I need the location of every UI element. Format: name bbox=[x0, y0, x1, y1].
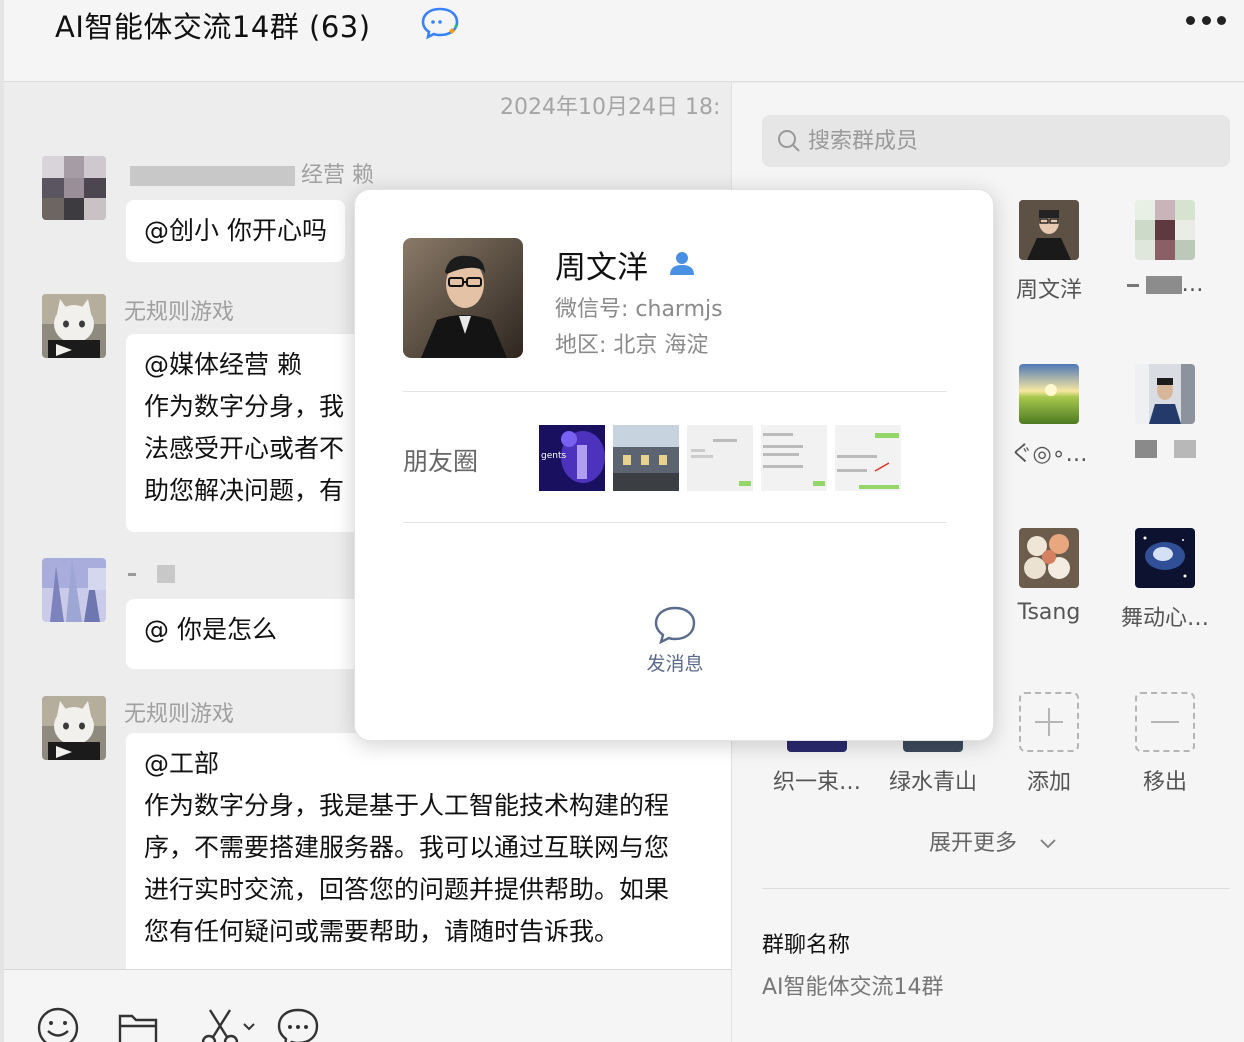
message-sender: 经营 赖 bbox=[130, 157, 374, 189]
message-text: @ 你是怎么 bbox=[144, 615, 277, 644]
message-bubble-icon bbox=[654, 606, 696, 645]
message-text: 进行实时交流，回答您的问题并提供帮助。如果 bbox=[144, 875, 670, 904]
message-timestamp: 2024年10月24日 18: bbox=[500, 95, 721, 120]
message-text: @创小 你开心吗 bbox=[144, 216, 327, 245]
message-text: 您有任何疑问或需要帮助，请随时告诉我。 bbox=[144, 917, 620, 946]
divider bbox=[762, 888, 1230, 889]
avatar[interactable] bbox=[42, 294, 106, 358]
member-item[interactable]: Tsang bbox=[994, 528, 1104, 625]
chat-title: AI智能体交流14群 (63) bbox=[55, 4, 371, 46]
message-text: 序，不需要搭建服务器。我可以通过互联网与您 bbox=[144, 833, 670, 862]
message-text: 作为数字分身，我 bbox=[144, 392, 345, 421]
remove-member-label: 移出 bbox=[1142, 770, 1187, 795]
folder-icon[interactable] bbox=[116, 1006, 160, 1042]
group-name-label: 群聊名称 bbox=[762, 933, 851, 958]
member-avatar bbox=[1019, 364, 1079, 424]
member-item[interactable] bbox=[1110, 364, 1220, 461]
member-name: Tsang bbox=[1017, 600, 1081, 625]
profile-wechat-id: 微信号: charmjs bbox=[555, 297, 723, 322]
emoji-icon[interactable] bbox=[36, 1006, 80, 1042]
divider bbox=[403, 391, 947, 392]
message-text: @媒体经营 赖 bbox=[144, 350, 302, 379]
message-text: 作为数字分身，我是基于人工智能技术构建的程 bbox=[144, 791, 670, 820]
send-message-label: 发消息 bbox=[646, 653, 704, 675]
profile-name: 周文洋 bbox=[555, 250, 648, 286]
moment-thumbnail[interactable]: gents bbox=[539, 425, 605, 491]
moment-thumb-text: gents bbox=[541, 451, 567, 461]
member-avatar bbox=[1135, 528, 1195, 588]
member-avatar bbox=[1019, 200, 1079, 260]
divider bbox=[403, 522, 947, 523]
member-item[interactable]: ぐ◎∘… bbox=[994, 364, 1104, 468]
message-bubble[interactable]: @媒体经营 赖 作为数字分身，我 法感受开心或者不 助您解决问题，有 bbox=[126, 334, 376, 532]
scissors-icon[interactable] bbox=[200, 1006, 260, 1042]
member-count: (63) bbox=[309, 10, 371, 44]
more-options-icon[interactable] bbox=[1186, 16, 1226, 28]
profile-card-popup: 周文洋 微信号: charmjs 地区: 北京 海淀 朋友圈 gents 发消息 bbox=[354, 189, 994, 741]
moment-thumbnail[interactable] bbox=[761, 425, 827, 491]
member-name: 舞动心… bbox=[1120, 606, 1209, 631]
message-text: @工部 bbox=[144, 749, 220, 778]
member-name: 织一束… bbox=[772, 770, 861, 795]
member-item[interactable]: 周文洋 bbox=[994, 200, 1104, 304]
add-member-label: 添加 bbox=[1026, 770, 1071, 795]
profile-avatar[interactable] bbox=[403, 238, 523, 358]
member-search-box[interactable] bbox=[762, 115, 1230, 167]
group-name: AI智能体交流14群 bbox=[55, 10, 300, 44]
avatar[interactable] bbox=[42, 156, 106, 220]
minus-icon bbox=[1135, 692, 1195, 752]
moments-label: 朋友圈 bbox=[403, 447, 479, 476]
member-name: … bbox=[1110, 272, 1220, 297]
avatar[interactable] bbox=[42, 558, 106, 622]
chat-bubble-icon[interactable] bbox=[276, 1006, 320, 1042]
group-name-value[interactable]: AI智能体交流14群 bbox=[762, 969, 944, 1001]
message-sender bbox=[128, 561, 175, 586]
plus-icon bbox=[1019, 692, 1079, 752]
message-bubble[interactable]: @创小 你开心吗 bbox=[126, 200, 345, 262]
moment-thumbnail[interactable] bbox=[835, 425, 901, 491]
profile-region: 地区: 北京 海淀 bbox=[555, 333, 709, 358]
member-name: 周文洋 bbox=[1015, 278, 1082, 303]
moment-thumbnail[interactable] bbox=[687, 425, 753, 491]
member-search-input[interactable] bbox=[808, 115, 1208, 167]
message-text: 助您解决问题，有 bbox=[144, 476, 345, 505]
remove-member-button[interactable]: 移出 bbox=[1110, 692, 1220, 796]
message-sender: 无规则游戏 bbox=[124, 702, 235, 727]
person-icon bbox=[670, 252, 694, 275]
ai-chat-icon[interactable] bbox=[420, 6, 462, 40]
member-avatar bbox=[1019, 528, 1079, 588]
moments-thumbnails[interactable]: gents bbox=[539, 425, 901, 491]
member-name: 绿水青山 bbox=[888, 770, 977, 795]
chat-header: AI智能体交流14群 (63) bbox=[4, 0, 1244, 82]
search-icon bbox=[778, 130, 800, 152]
message-bubble[interactable]: @工部 作为数字分身，我是基于人工智能技术构建的程 序，不需要搭建服务器。我可以… bbox=[126, 733, 731, 969]
message-bubble[interactable]: @ 你是怎么 bbox=[126, 599, 376, 669]
add-member-button[interactable]: 添加 bbox=[994, 692, 1104, 796]
moment-thumbnail[interactable] bbox=[613, 425, 679, 491]
message-text: 法感受开心或者不 bbox=[144, 434, 345, 463]
chevron-down-icon bbox=[1040, 839, 1056, 849]
member-name: ぐ◎∘… bbox=[1010, 442, 1088, 467]
member-item[interactable]: 舞动心… bbox=[1110, 528, 1220, 632]
member-avatar bbox=[1135, 200, 1195, 260]
send-message-button[interactable]: 发消息 bbox=[639, 605, 711, 676]
expand-more-button[interactable]: 展开更多 bbox=[929, 825, 1058, 857]
member-avatar bbox=[1135, 364, 1195, 424]
input-toolbar bbox=[4, 969, 731, 1042]
message-sender: 无规则游戏 bbox=[124, 300, 235, 325]
avatar[interactable] bbox=[42, 696, 106, 760]
member-name bbox=[1110, 436, 1220, 461]
member-item[interactable]: … bbox=[1110, 200, 1220, 297]
